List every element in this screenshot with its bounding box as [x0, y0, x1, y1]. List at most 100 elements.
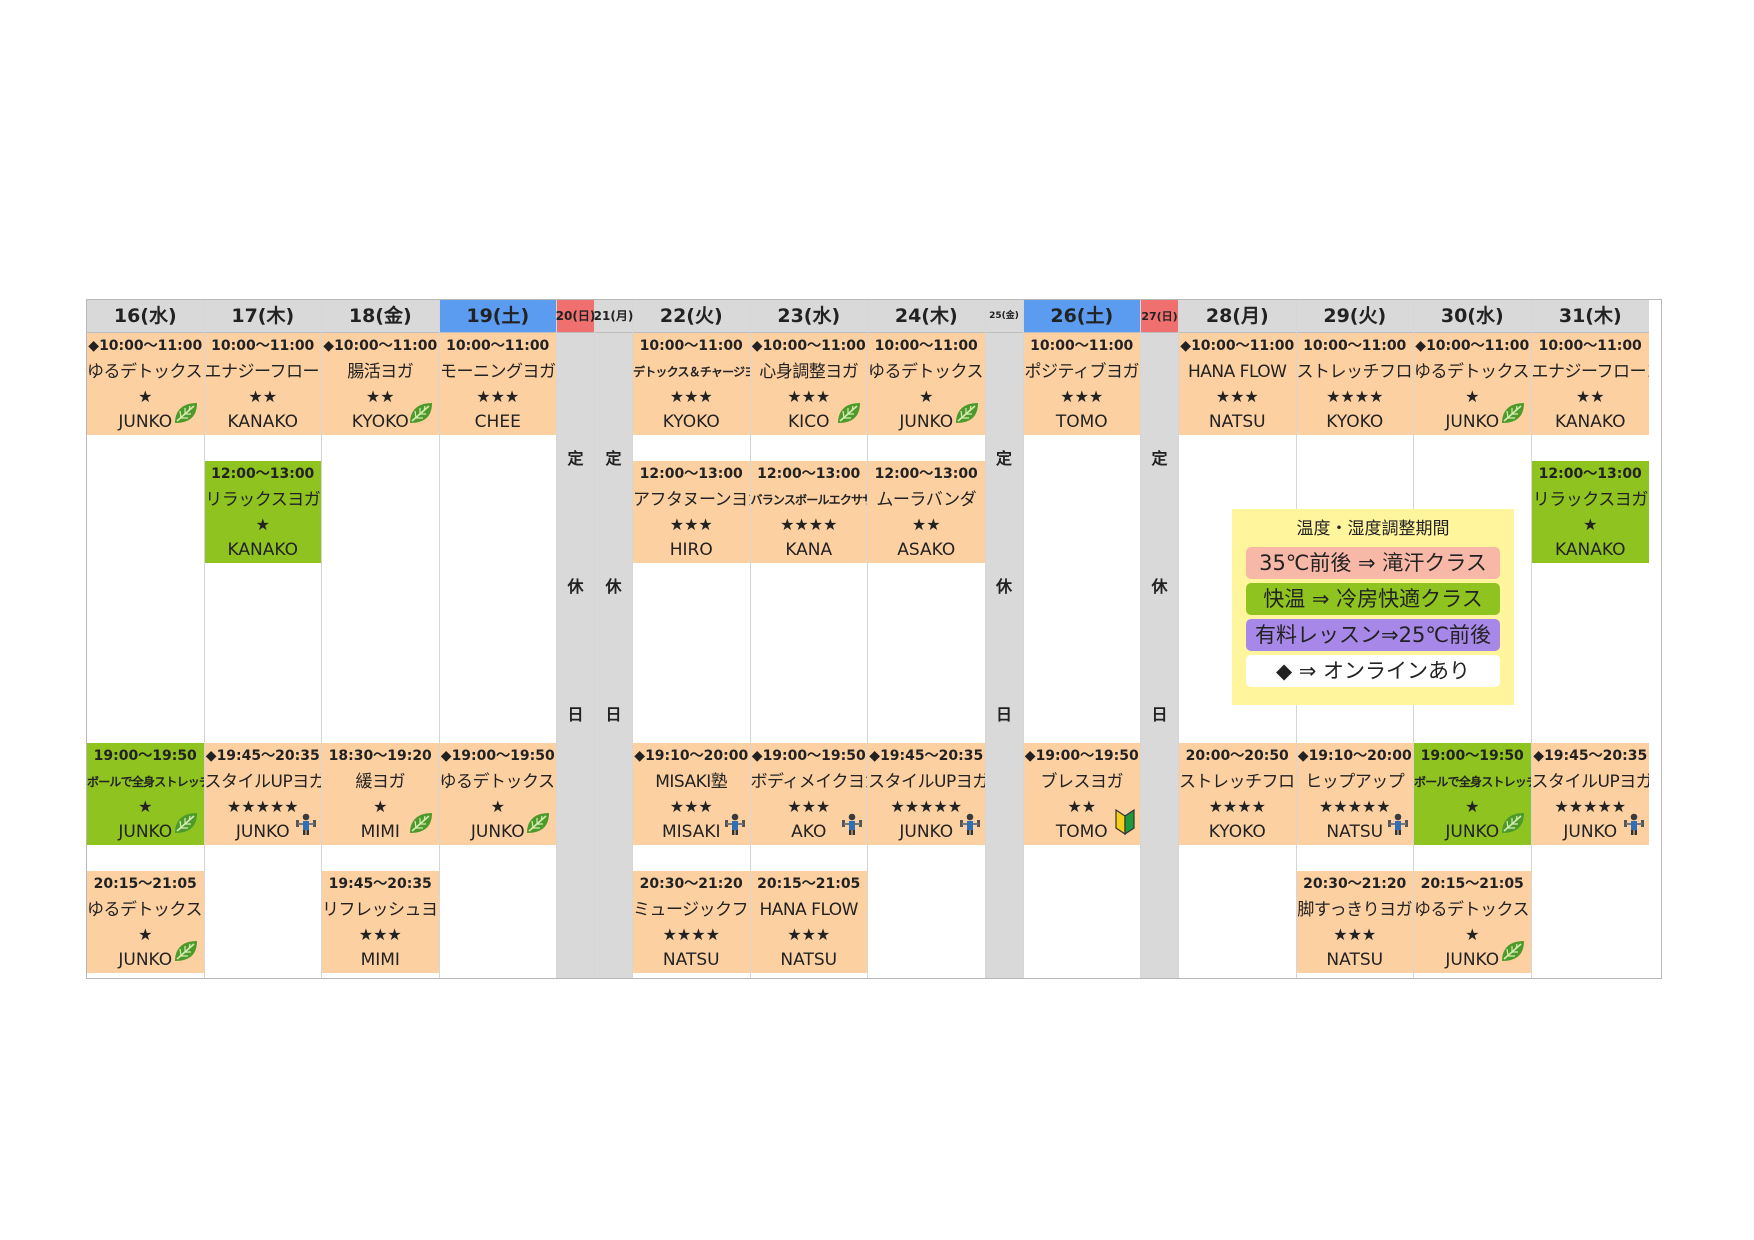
lesson-stars: ★★★★	[1326, 387, 1384, 406]
lesson-instructor: KYOKO	[1208, 822, 1266, 842]
lesson-cell[interactable]: ◆19:10～20:00 ヒップアップ ★★★★★ NATSU	[1296, 743, 1413, 845]
lesson-cell[interactable]: 20:30～21:20 ミュージックフロー ★★★★ NATSU	[633, 871, 750, 973]
day-column: 27(日) 定休日	[1141, 300, 1179, 978]
lesson-cell[interactable]: 20:15～21:05ゆるデトックスヨガ★JUNKO	[1414, 871, 1531, 973]
lesson-cell[interactable]: ◆10:00～11:00 HANA FLOW ★★★ NATSU	[1179, 333, 1296, 435]
lesson-cell[interactable]: 12:00～13:00 アフタヌーンヨガ ★★★ HIRO	[633, 461, 750, 563]
closed-char: 定	[605, 449, 622, 468]
lesson-cell[interactable]: 10:00～11:00ゆるデトックスヨガ★JUNKO	[868, 333, 985, 435]
legend-item-hot: 35℃前後 ⇒ 滝汗クラス	[1246, 547, 1500, 579]
lesson-instructor: KANA	[785, 540, 833, 560]
lesson-cell[interactable]: 10:00～11:00 モーニングヨガ ★★★ CHEE	[439, 333, 556, 435]
lesson-cell[interactable]: 12:00～13:00 リラックスヨガ ★ KANAKO	[204, 461, 321, 563]
lesson-cell[interactable]: ◆10:00～11:00 腸活ヨガ ★★ KYOKO	[322, 333, 439, 435]
lesson-name: ボディメイクヨガ	[750, 772, 868, 792]
lesson-time: 10:00～11:00	[874, 338, 978, 354]
lesson-instructor: KANAKO	[1555, 540, 1626, 560]
lesson-cell[interactable]: 12:00～13:00 ムーラバンダ ★★ ASAKO	[868, 461, 985, 563]
lesson-cell[interactable]: ◆19:10～20:00 MISAKI塾 ★★★ MISAKI	[633, 743, 750, 845]
lesson-name: ストレッチフローヨガ	[1179, 772, 1296, 792]
day-header: 21(月)	[594, 300, 633, 333]
lesson-instructor: NATSU	[1326, 822, 1384, 842]
lesson-name: ミュージックフロー	[633, 900, 750, 920]
closed-day-label: 定休日	[557, 333, 594, 978]
lesson-cell[interactable]: 20:00～20:50 ストレッチフローヨガ ★★★★ KYOKO	[1179, 743, 1296, 845]
lesson-name: ボールで全身ストレッチ	[87, 775, 204, 789]
lesson-cell[interactable]: ◆10:00～11:00 心身調整ヨガ ★★★ KICO	[750, 333, 867, 435]
lesson-cell[interactable]: ◆19:00～19:50ゆるデトックスヨガ★JUNKO	[439, 743, 557, 845]
lesson-instructor: JUNKO	[118, 412, 173, 432]
lesson-cell[interactable]: 10:00～11:00 デトックス＆チャージヨガ ★★★ KYOKO	[633, 333, 750, 435]
lesson-time: 20:30～21:20	[639, 876, 743, 892]
lesson-instructor: ASAKO	[897, 540, 956, 560]
legend-item-cool: 快温 ⇒ 冷房快適クラス	[1246, 583, 1500, 615]
lesson-time: 10:00～11:00	[1538, 338, 1642, 354]
lesson-cell[interactable]: 12:00～13:00 バランスボールエクササイズ ★★★★ KANA	[750, 461, 868, 563]
day-column: 19(土) 10:00～11:00 モーニングヨガ ★★★ CHEE ◆19:00～19:…	[439, 300, 557, 978]
lesson-cell[interactable]: 20:15～21:05 HANA FLOW ★★★ NATSU	[750, 871, 867, 973]
lesson-time: ◆10:00～11:00	[1180, 338, 1295, 354]
lesson-stars: ★	[255, 515, 270, 534]
lesson-name: スタイルUPヨガ	[204, 772, 322, 792]
lesson-cell[interactable]: ◆19:00～19:50 ブレスヨガ ★★ TOMO	[1023, 743, 1140, 845]
lesson-name: ボールで全身ストレッチ	[1414, 775, 1531, 789]
lesson-cell[interactable]: 19:00～19:50 ボールで全身ストレッチ ★ JUNKO	[1414, 743, 1531, 845]
lesson-cell[interactable]: ◆19:45～20:35 スタイルUPヨガ ★★★★★ JUNKO	[1531, 743, 1649, 845]
lesson-time: ◆19:45～20:35	[869, 748, 984, 764]
lesson-instructor: JUNKO	[118, 822, 173, 842]
lesson-time: 20:00～20:50	[1185, 748, 1289, 764]
lesson-instructor: MIMI	[360, 950, 400, 970]
lesson-instructor: KICO	[788, 412, 830, 432]
lesson-time: ◆10:00～11:00	[323, 338, 438, 354]
day-header: 26(土)	[1023, 300, 1140, 333]
lesson-instructor: NATSU	[662, 950, 720, 970]
lesson-cell[interactable]: 10:00～11:00 エナジーフローヨガ ★★ KANAKO	[1531, 333, 1649, 435]
lesson-cell[interactable]: 10:00～11:00 エナジーフローヨガ ★★ KANAKO	[204, 333, 321, 435]
lesson-name: モーニングヨガ	[440, 362, 556, 382]
lesson-time: 10:00～11:00	[1303, 338, 1407, 354]
lesson-cell[interactable]: 10:00～11:00 ポジティブヨガ ★★★ TOMO	[1023, 333, 1140, 435]
lesson-name: 腸活ヨガ	[347, 362, 414, 382]
lesson-time: ◆19:10～20:00	[1297, 748, 1412, 764]
lesson-instructor: JUNKO	[235, 822, 290, 842]
lesson-time: 18:30～19:20	[328, 748, 432, 764]
lesson-cell[interactable]: ◆19:45～20:35 スタイルUPヨガ ★★★★★ JUNKO	[204, 743, 322, 845]
lesson-stars: ★★★	[669, 515, 713, 534]
lesson-cell[interactable]: 20:30～21:20 脚すっきりヨガ ★★★ NATSU	[1296, 871, 1413, 973]
dumbbell-icon	[1387, 812, 1409, 844]
lesson-instructor: HIRO	[669, 540, 713, 560]
lesson-time: 12:00～13:00	[211, 466, 315, 482]
lesson-cell[interactable]: ◆19:45～20:35 スタイルUPヨガ ★★★★★ JUNKO	[868, 743, 985, 845]
lesson-time: 12:00～13:00	[639, 466, 743, 482]
lesson-stars: ★★★★	[1208, 797, 1266, 816]
lesson-cell[interactable]: ◆19:00～19:50ボディメイクヨガ★★★AKO	[750, 743, 868, 845]
lesson-name: ブレスヨガ	[1040, 772, 1124, 792]
dumbbell-icon	[959, 812, 981, 844]
lesson-name: ゆるデトックスヨガ	[87, 900, 204, 920]
day-header: 22(火)	[633, 300, 750, 333]
lesson-cell[interactable]: 20:15～21:05ゆるデトックスヨガ★JUNKO	[87, 871, 204, 973]
lesson-instructor: NATSU	[1326, 950, 1384, 970]
lesson-cell[interactable]: 10:00～11:00 ストレッチフローヨガ ★★★★ KYOKO	[1296, 333, 1413, 435]
day-header: 25(金)	[985, 300, 1023, 333]
lesson-time: 12:00～13:00	[1538, 466, 1642, 482]
leaf-icon	[1499, 938, 1527, 972]
lesson-name: アフタヌーンヨガ	[633, 490, 750, 510]
lesson-time: ◆19:45～20:35	[1533, 748, 1648, 764]
lesson-cell[interactable]: 18:30～19:20 緩ヨガ ★ MIMI	[322, 743, 439, 845]
lesson-cell[interactable]: 19:45～20:35 リフレッシュヨガ ★★★ MIMI	[322, 871, 439, 973]
lesson-name: ゆるデトックスヨガ	[439, 772, 557, 792]
dumbbell-icon	[724, 812, 746, 844]
legend-title: 温度・湿度調整期間	[1296, 519, 1450, 539]
lesson-name: バランスボールエクササイズ	[750, 493, 868, 507]
lesson-cell[interactable]: 12:00～13:00 リラックスヨガ ★ KANAKO	[1531, 461, 1649, 563]
day-header: 16(水)	[87, 300, 204, 333]
lesson-cell[interactable]: 19:00～19:50 ボールで全身ストレッチ ★ JUNKO	[87, 743, 204, 845]
closed-char: 休	[567, 577, 584, 596]
dumbbell-icon	[841, 812, 863, 844]
leaf-icon	[172, 810, 200, 844]
lesson-cell[interactable]: ◆10:00～11:00ゆるデトックスヨガ★JUNKO	[1414, 333, 1531, 435]
lesson-cell[interactable]: ◆10:00～11:00ゆるデトックスヨガ★JUNKO	[87, 333, 204, 435]
day-column: 17(木)10:00～11:00エナジーフローヨガ★★KANAKO12:00～1…	[204, 300, 322, 978]
lesson-instructor: JUNKO	[1445, 412, 1500, 432]
